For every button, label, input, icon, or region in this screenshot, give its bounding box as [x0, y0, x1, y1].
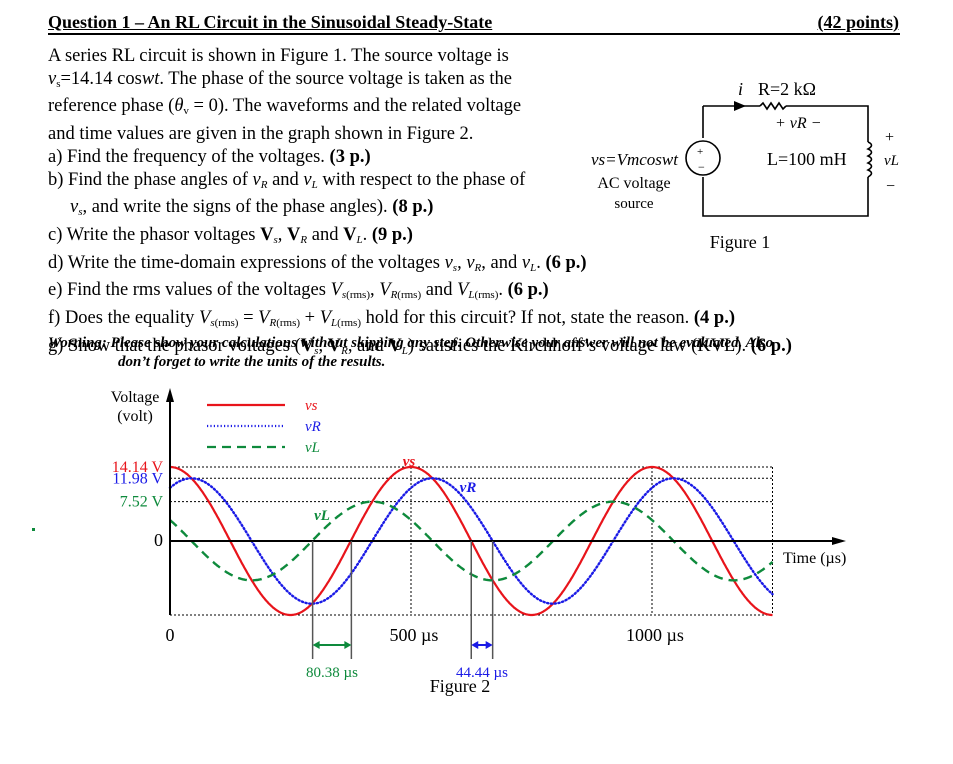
- source-desc-1: AC voltage: [597, 175, 670, 192]
- x-tick-label: 500 µs: [390, 625, 439, 645]
- stray-dot: [32, 528, 35, 531]
- figure-2-caption: Figure 2: [430, 676, 491, 696]
- chart-labels: vsvRvL14.14 V11.98 V7.52 V00 500 µs 1000 µ…: [112, 398, 684, 681]
- x-tick-label: 0: [166, 625, 175, 645]
- x-tick-label: 1000 µs: [626, 625, 684, 645]
- question-a-text: a) Find the frequency of the voltages.: [48, 146, 330, 167]
- y-tick-label: 11.98 V: [112, 470, 163, 487]
- source-minus: −: [698, 160, 705, 174]
- arrow-left-icon: [312, 641, 320, 649]
- intro-line-1: A series RL circuit is shown in Figure 1…: [48, 46, 509, 66]
- intro-line-3-b: = 0). The waveforms and the related volt…: [188, 96, 522, 117]
- y-axis-label-2: (volt): [117, 408, 153, 425]
- inductor-symbol: [866, 141, 873, 178]
- curve-label-vs: vs: [403, 454, 416, 470]
- intro-line-2-tail: . The phase of the source voltage is tak…: [159, 68, 512, 89]
- vl-label: vL: [884, 153, 899, 169]
- wire-bottom: [702, 177, 869, 217]
- y-axis-arrow-icon: [166, 388, 174, 402]
- y-tick-label: 7.52 V: [120, 494, 164, 511]
- question-title: Question 1 – An RL Circuit in the Sinuso…: [48, 12, 493, 32]
- x-axis-arrow-icon: [832, 537, 846, 545]
- source-equation: vs=Vmcoswt: [591, 150, 679, 169]
- legend-label-vs: vs: [305, 398, 318, 414]
- vs-eq: =14.14 cos: [60, 68, 142, 89]
- resistor-symbol: [759, 101, 787, 111]
- question-b-points: (8 p.): [392, 197, 434, 218]
- warning-line-1: Worning: Please show your calculations w…: [48, 335, 774, 351]
- arrow-right-icon: [485, 641, 493, 649]
- resistor-label: R=2 kΩ: [758, 79, 816, 99]
- source-plus: +: [697, 146, 703, 158]
- warning-line-2: don’t forget to write the units of the r…: [118, 354, 386, 370]
- arrow-left-icon: [471, 641, 479, 649]
- curve-label-vL: vL: [314, 508, 330, 524]
- question-points: (42 points): [817, 12, 899, 32]
- legend-label-vR: vR: [305, 419, 321, 435]
- vs-var: v: [48, 68, 57, 89]
- question-e: e) Find the rms values of the voltages V…: [48, 280, 549, 302]
- question-f-points: (4 p.): [693, 308, 736, 329]
- vl-minus: −: [886, 178, 895, 195]
- y-axis-label-1: Voltage: [111, 389, 160, 406]
- question-e-points: (6 p.): [507, 280, 549, 301]
- warning-note: Worning: Please show your calculations w…: [48, 334, 773, 372]
- figure-2-chart: Voltage (volt) Time (µs) vsvRvL14.14 V11…: [111, 388, 846, 696]
- curve-label-vR: vR: [460, 480, 477, 496]
- legend-label-vL: vL: [305, 440, 320, 456]
- inductor-label: L=100 mH: [767, 149, 847, 169]
- vr-label: + vR −: [775, 115, 821, 132]
- figure-1-caption: Figure 1: [710, 232, 771, 252]
- title-rule: [48, 33, 900, 35]
- arrow-right-icon: [344, 641, 352, 649]
- question-a-points: (3 p.): [329, 146, 371, 167]
- question-f: f) Does the equality Vs(rms) = VR(rms) +…: [48, 308, 736, 330]
- figure-1-circuit: + − i R=2 kΩ + vR − L=100 mH + vL − vs=V…: [591, 79, 899, 252]
- question-c-points: (9 p.): [371, 224, 413, 245]
- vl-plus: +: [885, 129, 894, 146]
- current-arrow-icon: [734, 101, 746, 111]
- y-tick-label: 0: [154, 530, 163, 550]
- intro-line-3-a: reference phase (: [48, 96, 175, 117]
- measure-label: 80.38 µs: [306, 665, 358, 681]
- current-label: i: [738, 79, 743, 99]
- x-axis-label: Time (µs): [783, 550, 846, 567]
- source-desc-2: source: [614, 196, 653, 212]
- wt-var: wt: [141, 68, 160, 89]
